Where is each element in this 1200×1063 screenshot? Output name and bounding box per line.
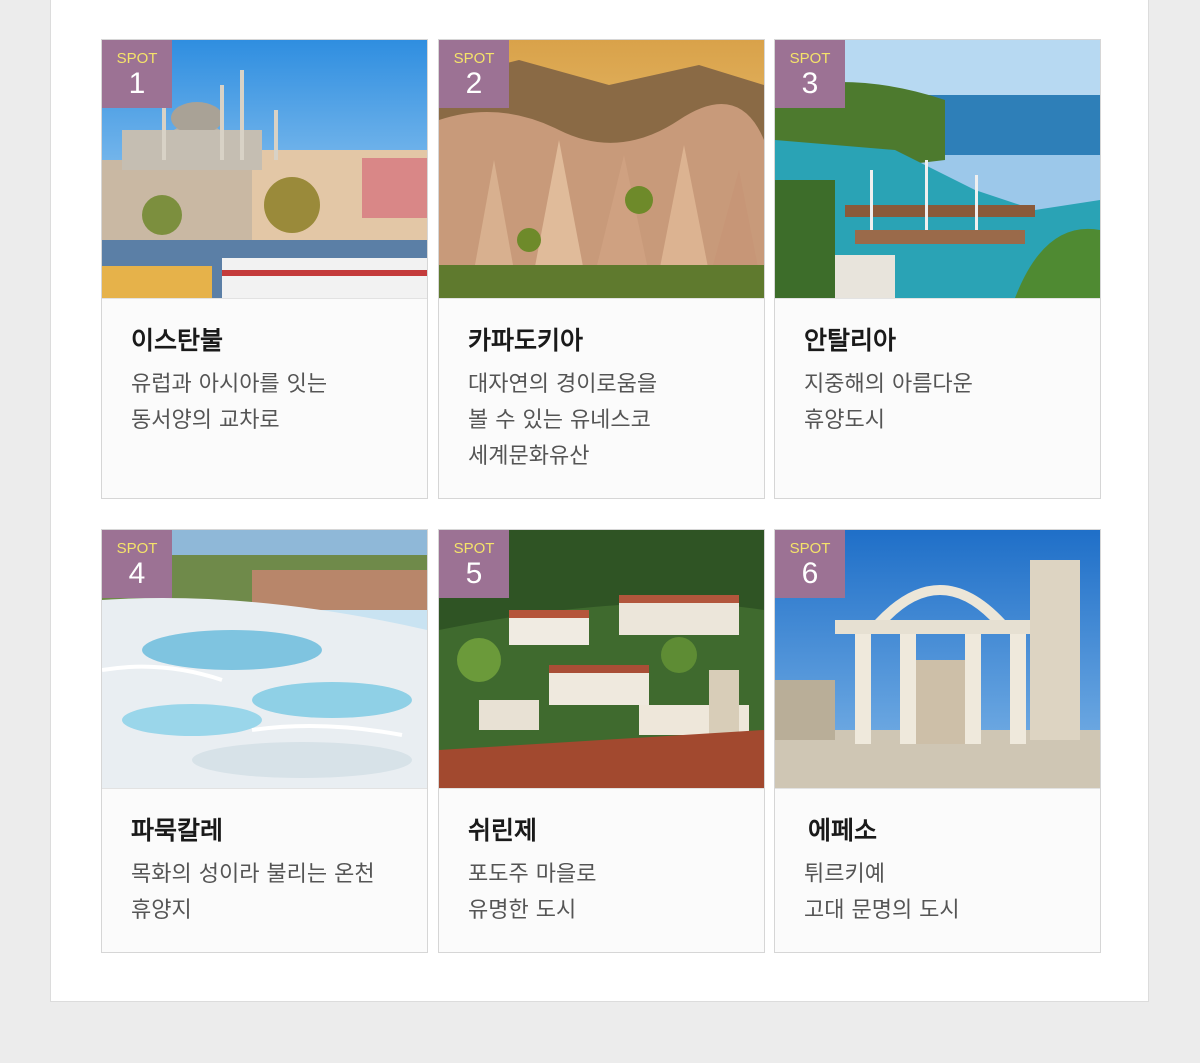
ephesus-photo: SPOT 6 — [775, 530, 1100, 789]
description-line: 대자연의 경이로움을 — [468, 372, 658, 397]
spot-badge: SPOT 6 — [775, 530, 845, 598]
spot-title: 안탈리아 — [804, 326, 897, 355]
antalya-photo: SPOT 3 — [775, 40, 1100, 299]
spot-title: 이스탄불 — [131, 326, 224, 355]
description-line: 세계문화유산 — [468, 444, 590, 469]
spot-description: 튀르키예 고대 문명의 도시 — [804, 857, 1100, 929]
spot-description: 목화의 성이라 불리는 온천 휴양지 — [131, 857, 427, 929]
spot-number: 5 — [465, 557, 483, 590]
spot-number: 3 — [801, 67, 819, 100]
spot-label: SPOT — [453, 540, 495, 557]
spot-card-istanbul[interactable]: SPOT 1 이스탄불 유럽과 아시아를 잇는 동서양의 교차로 — [101, 39, 428, 499]
spot-badge: SPOT 5 — [439, 530, 509, 598]
description-line: 휴양도시 — [804, 408, 885, 433]
spot-card-ephesus[interactable]: SPOT 6 에페소 튀르키예 고대 문명의 도시 — [774, 529, 1101, 953]
description-line: 볼 수 있는 유네스코 — [468, 408, 651, 433]
spot-number: 2 — [465, 67, 483, 100]
spot-card-antalya[interactable]: SPOT 3 안탈리아 지중해의 아름다운 휴양도시 — [774, 39, 1101, 499]
spot-label: SPOT — [789, 50, 831, 67]
spot-badge: SPOT 4 — [102, 530, 172, 598]
spots-panel: SPOT 1 이스탄불 유럽과 아시아를 잇는 동서양의 교차로 SPOT 2 … — [50, 0, 1149, 1002]
istanbul-photo: SPOT 1 — [102, 40, 427, 299]
description-line: 고대 문명의 도시 — [804, 898, 960, 923]
cappadocia-photo: SPOT 2 — [439, 40, 764, 299]
description-line: 목화의 성이라 불리는 온천 — [131, 862, 375, 887]
description-line: 튀르키예 — [804, 862, 885, 887]
spot-card-cappadocia[interactable]: SPOT 2 카파도키아 대자연의 경이로움을 볼 수 있는 유네스코 세계문화… — [438, 39, 765, 499]
description-line: 유럽과 아시아를 잇는 — [131, 372, 328, 397]
sirince-photo: SPOT 5 — [439, 530, 764, 789]
spot-label: SPOT — [789, 540, 831, 557]
spot-description: 유럽과 아시아를 잇는 동서양의 교차로 — [131, 367, 427, 439]
description-line: 동서양의 교차로 — [131, 408, 280, 433]
spot-label: SPOT — [116, 50, 158, 67]
spot-description: 대자연의 경이로움을 볼 수 있는 유네스코 세계문화유산 — [468, 367, 764, 475]
spot-number: 6 — [801, 557, 819, 590]
description-line: 지중해의 아름다운 — [804, 372, 973, 397]
spot-badge: SPOT 2 — [439, 40, 509, 108]
spot-title: 카파도키아 — [468, 326, 584, 355]
spot-badge: SPOT 1 — [102, 40, 172, 108]
pamukkale-photo: SPOT 4 — [102, 530, 427, 789]
spot-number: 1 — [128, 67, 146, 100]
spot-description: 포도주 마을로 유명한 도시 — [468, 857, 764, 929]
description-line: 포도주 마을로 — [468, 862, 597, 887]
spot-title: 에페소 — [808, 816, 878, 845]
spot-card-pamukkale[interactable]: SPOT 4 파묵칼레 목화의 성이라 불리는 온천 휴양지 — [101, 529, 428, 953]
spot-badge: SPOT 3 — [775, 40, 845, 108]
description-line: 휴양지 — [131, 898, 192, 923]
spot-card-sirince[interactable]: SPOT 5 쉬린제 포도주 마을로 유명한 도시 — [438, 529, 765, 953]
spot-label: SPOT — [453, 50, 495, 67]
spot-title: 쉬린제 — [468, 816, 538, 845]
description-line: 유명한 도시 — [468, 898, 577, 923]
spot-label: SPOT — [116, 540, 158, 557]
spot-number: 4 — [128, 557, 146, 590]
spot-title: 파묵칼레 — [131, 816, 224, 845]
spot-description: 지중해의 아름다운 휴양도시 — [804, 367, 1100, 439]
